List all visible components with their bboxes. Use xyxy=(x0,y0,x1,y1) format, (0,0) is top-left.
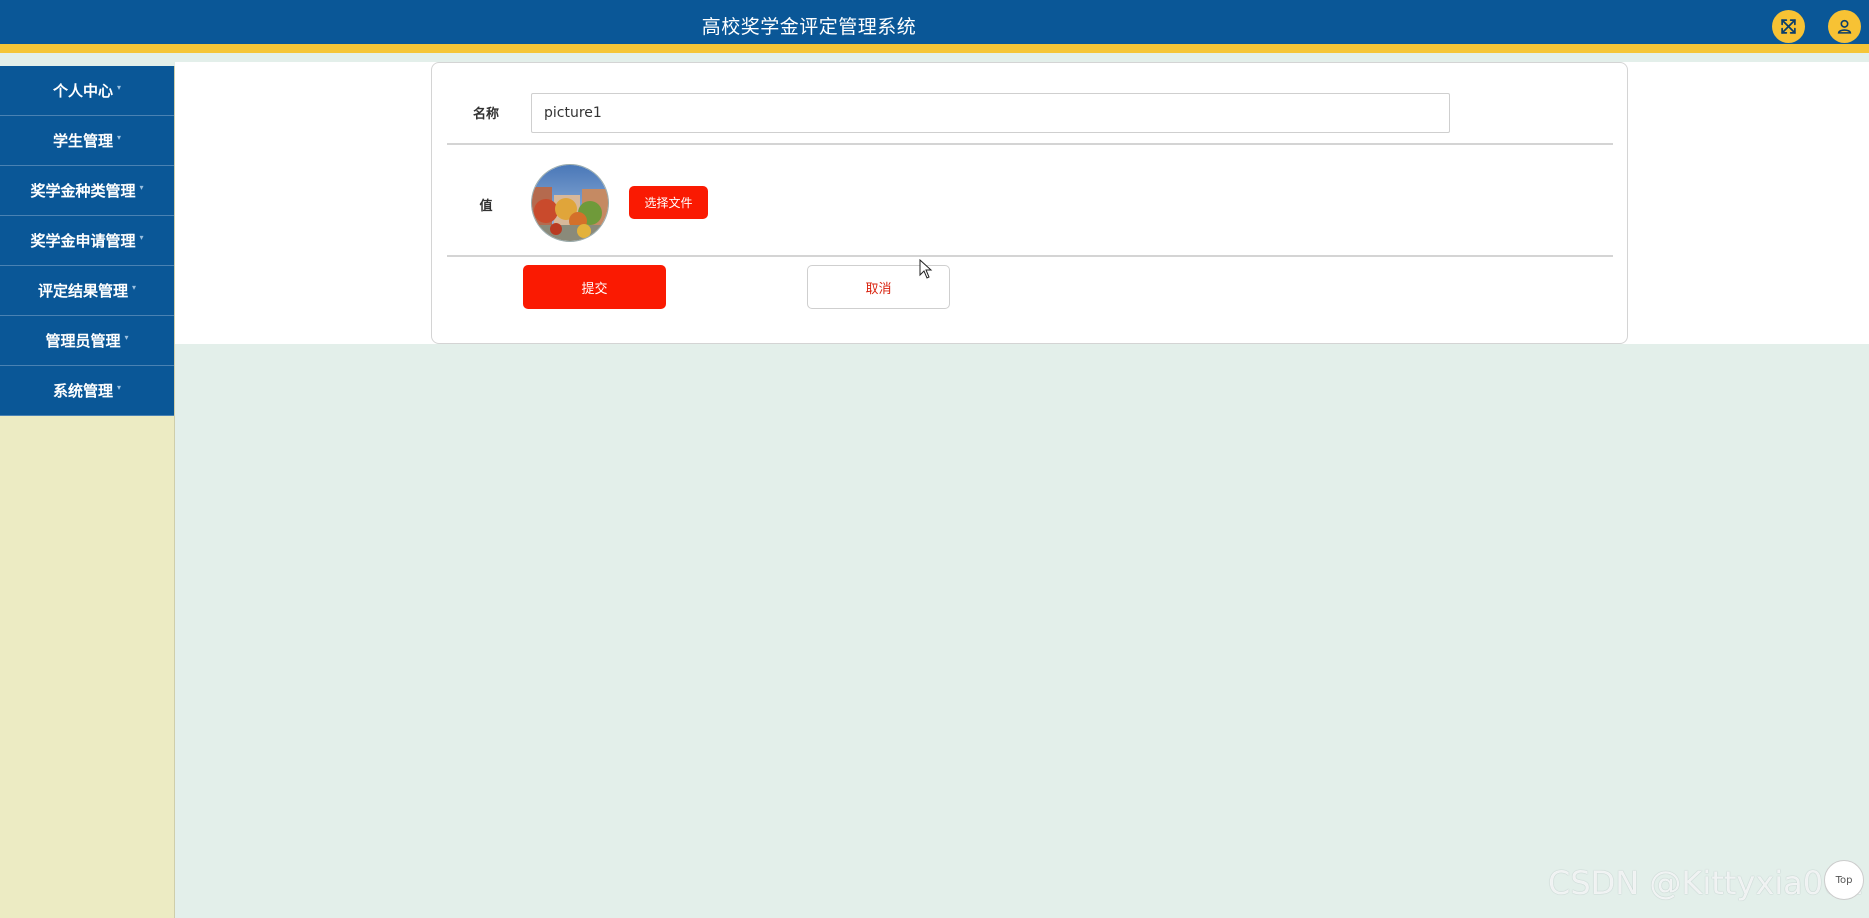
caret-down-icon: ▾ xyxy=(139,183,144,192)
caret-down-icon: ▾ xyxy=(117,133,122,142)
sidebar-item-label: 评定结果管理 xyxy=(37,282,128,300)
value-row: 值 选择文件 xyxy=(447,145,1613,257)
sidebar-item-personal-center[interactable]: 个人中心 ▾ xyxy=(0,66,174,116)
app-title: 高校奖学金评定管理系统 xyxy=(701,16,917,38)
sidebar-item-label: 奖学金种类管理 xyxy=(30,182,136,200)
sidebar-item-evaluation-results[interactable]: 评定结果管理 ▾ xyxy=(0,266,174,316)
caret-down-icon: ▾ xyxy=(139,233,144,242)
submit-button[interactable]: 提交 xyxy=(523,265,666,309)
caret-down-icon: ▾ xyxy=(132,283,137,292)
top-header: 高校奖学金评定管理系统 xyxy=(0,0,1869,53)
expand-arrows-icon xyxy=(1781,19,1796,34)
fullscreen-button[interactable] xyxy=(1772,10,1805,43)
user-icon xyxy=(1837,19,1852,34)
caret-down-icon: ▾ xyxy=(124,333,129,342)
sidebar: 个人中心 ▾ 学生管理 ▾ 奖学金种类管理 ▾ 奖学金申请管理 ▾ 评定结果管理 ▾ 管理… xyxy=(0,66,175,918)
sidebar-item-label: 系统管理 xyxy=(52,382,113,400)
campus-photo-icon xyxy=(532,165,608,241)
sidebar-item-students[interactable]: 学生管理 ▾ xyxy=(0,116,174,166)
caret-down-icon: ▾ xyxy=(117,83,122,92)
csdn-watermark: CSDN @Kittyxia001 xyxy=(1548,864,1864,902)
name-input[interactable] xyxy=(531,93,1450,133)
mouse-cursor-icon xyxy=(919,259,933,279)
name-label: 名称 xyxy=(472,107,499,122)
caret-down-icon: ▾ xyxy=(117,383,122,392)
sidebar-item-label: 管理员管理 xyxy=(45,332,121,350)
sidebar-item-label: 个人中心 xyxy=(52,82,113,100)
sidebar-item-label: 奖学金申请管理 xyxy=(30,232,136,250)
sidebar-item-administrators[interactable]: 管理员管理 ▾ xyxy=(0,316,174,366)
sidebar-item-scholarship-types[interactable]: 奖学金种类管理 ▾ xyxy=(0,166,174,216)
sidebar-item-label: 学生管理 xyxy=(52,132,113,150)
name-row: 名称 xyxy=(447,63,1613,145)
value-label: 值 xyxy=(479,199,493,214)
edit-form: 名称 值 xyxy=(431,62,1628,344)
back-to-top-button[interactable]: Top xyxy=(1824,860,1864,900)
sidebar-item-scholarship-applications[interactable]: 奖学金申请管理 ▾ xyxy=(0,216,174,266)
choose-file-button[interactable]: 选择文件 xyxy=(629,186,708,219)
uploaded-image-thumbnail[interactable] xyxy=(531,164,609,242)
sidebar-item-system[interactable]: 系统管理 ▾ xyxy=(0,366,174,416)
user-button[interactable] xyxy=(1828,10,1861,43)
